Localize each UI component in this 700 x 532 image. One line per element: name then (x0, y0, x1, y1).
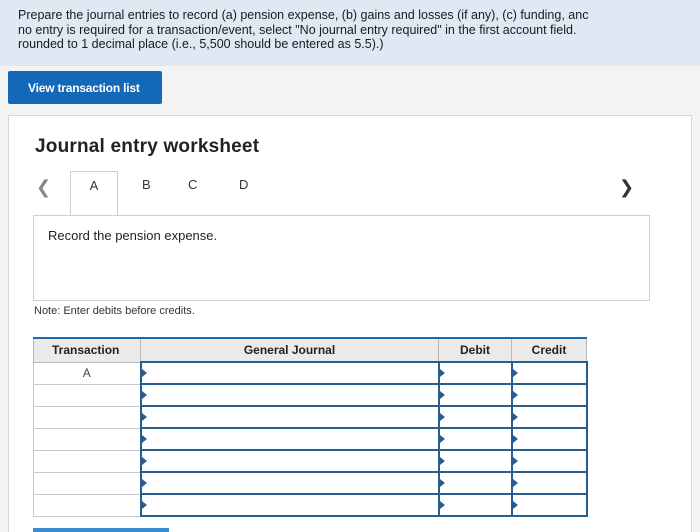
instructions-line-3: rounded to 1 decimal place (i.e., 5,500 … (18, 37, 384, 51)
credit-input[interactable] (510, 493, 588, 517)
debit-input[interactable] (437, 493, 513, 517)
debit-input[interactable] (437, 427, 513, 451)
account-input[interactable] (139, 405, 440, 429)
transaction-cell (33, 493, 141, 517)
note-text: Note: Enter debits before credits. (34, 305, 195, 317)
instructions-line-1: Prepare the journal entries to record (a… (18, 8, 589, 22)
header-debit: Debit (438, 337, 512, 363)
debit-input[interactable] (437, 361, 513, 385)
table-row (33, 471, 588, 495)
table-row (33, 493, 588, 517)
credit-input[interactable] (510, 427, 588, 451)
header-transaction: Transaction (33, 337, 141, 363)
table-header-row: Transaction General Journal Debit Credit (33, 337, 587, 363)
view-transaction-list-button[interactable]: View transaction list (8, 71, 162, 104)
transaction-cell (33, 383, 141, 407)
transaction-cell (33, 427, 141, 451)
table-row: A (33, 361, 588, 385)
journal-entry-worksheet: Journal entry worksheet ❮ A B C D ❯ Reco… (8, 115, 692, 532)
tab-b[interactable]: B (142, 177, 151, 192)
transaction-cell (33, 471, 141, 495)
tab-navigation: ❮ A B C D ❯ (9, 171, 693, 215)
tab-c[interactable]: C (188, 177, 197, 192)
tab-a-label: A (89, 178, 99, 193)
instructions: Prepare the journal entries to record (a… (0, 0, 700, 66)
debit-input[interactable] (437, 383, 513, 407)
header-general-journal: General Journal (140, 337, 439, 363)
debit-input[interactable] (437, 471, 513, 495)
credit-input[interactable] (510, 361, 588, 385)
credit-input[interactable] (510, 383, 588, 407)
table-row (33, 427, 588, 451)
account-input[interactable] (139, 493, 440, 517)
table-row (33, 383, 588, 407)
prompt-box: Record the pension expense. (33, 215, 650, 301)
account-input[interactable] (139, 383, 440, 407)
credit-input[interactable] (510, 449, 588, 473)
chevron-right-icon[interactable]: ❯ (619, 177, 634, 198)
bottom-button-edge[interactable] (33, 528, 169, 532)
header-credit: Credit (511, 337, 587, 363)
table-row (33, 405, 588, 429)
account-input[interactable] (139, 361, 440, 385)
journal-table: Transaction General Journal Debit Credit… (33, 337, 588, 517)
account-input[interactable] (139, 449, 440, 473)
debit-input[interactable] (437, 405, 513, 429)
prompt-text: Record the pension expense. (48, 228, 218, 243)
worksheet-title: Journal entry worksheet (35, 136, 260, 157)
instructions-line-2: no entry is required for a transaction/e… (18, 22, 577, 37)
account-input[interactable] (139, 427, 440, 451)
table-row (33, 449, 588, 473)
transaction-cell: A (33, 361, 141, 385)
account-input[interactable] (139, 471, 440, 495)
credit-input[interactable] (510, 405, 588, 429)
transaction-cell (33, 449, 141, 473)
tab-a[interactable]: A (70, 171, 118, 215)
tab-d[interactable]: D (239, 177, 248, 192)
credit-input[interactable] (510, 471, 588, 495)
transaction-cell (33, 405, 141, 429)
chevron-left-icon[interactable]: ❮ (36, 177, 51, 198)
debit-input[interactable] (437, 449, 513, 473)
